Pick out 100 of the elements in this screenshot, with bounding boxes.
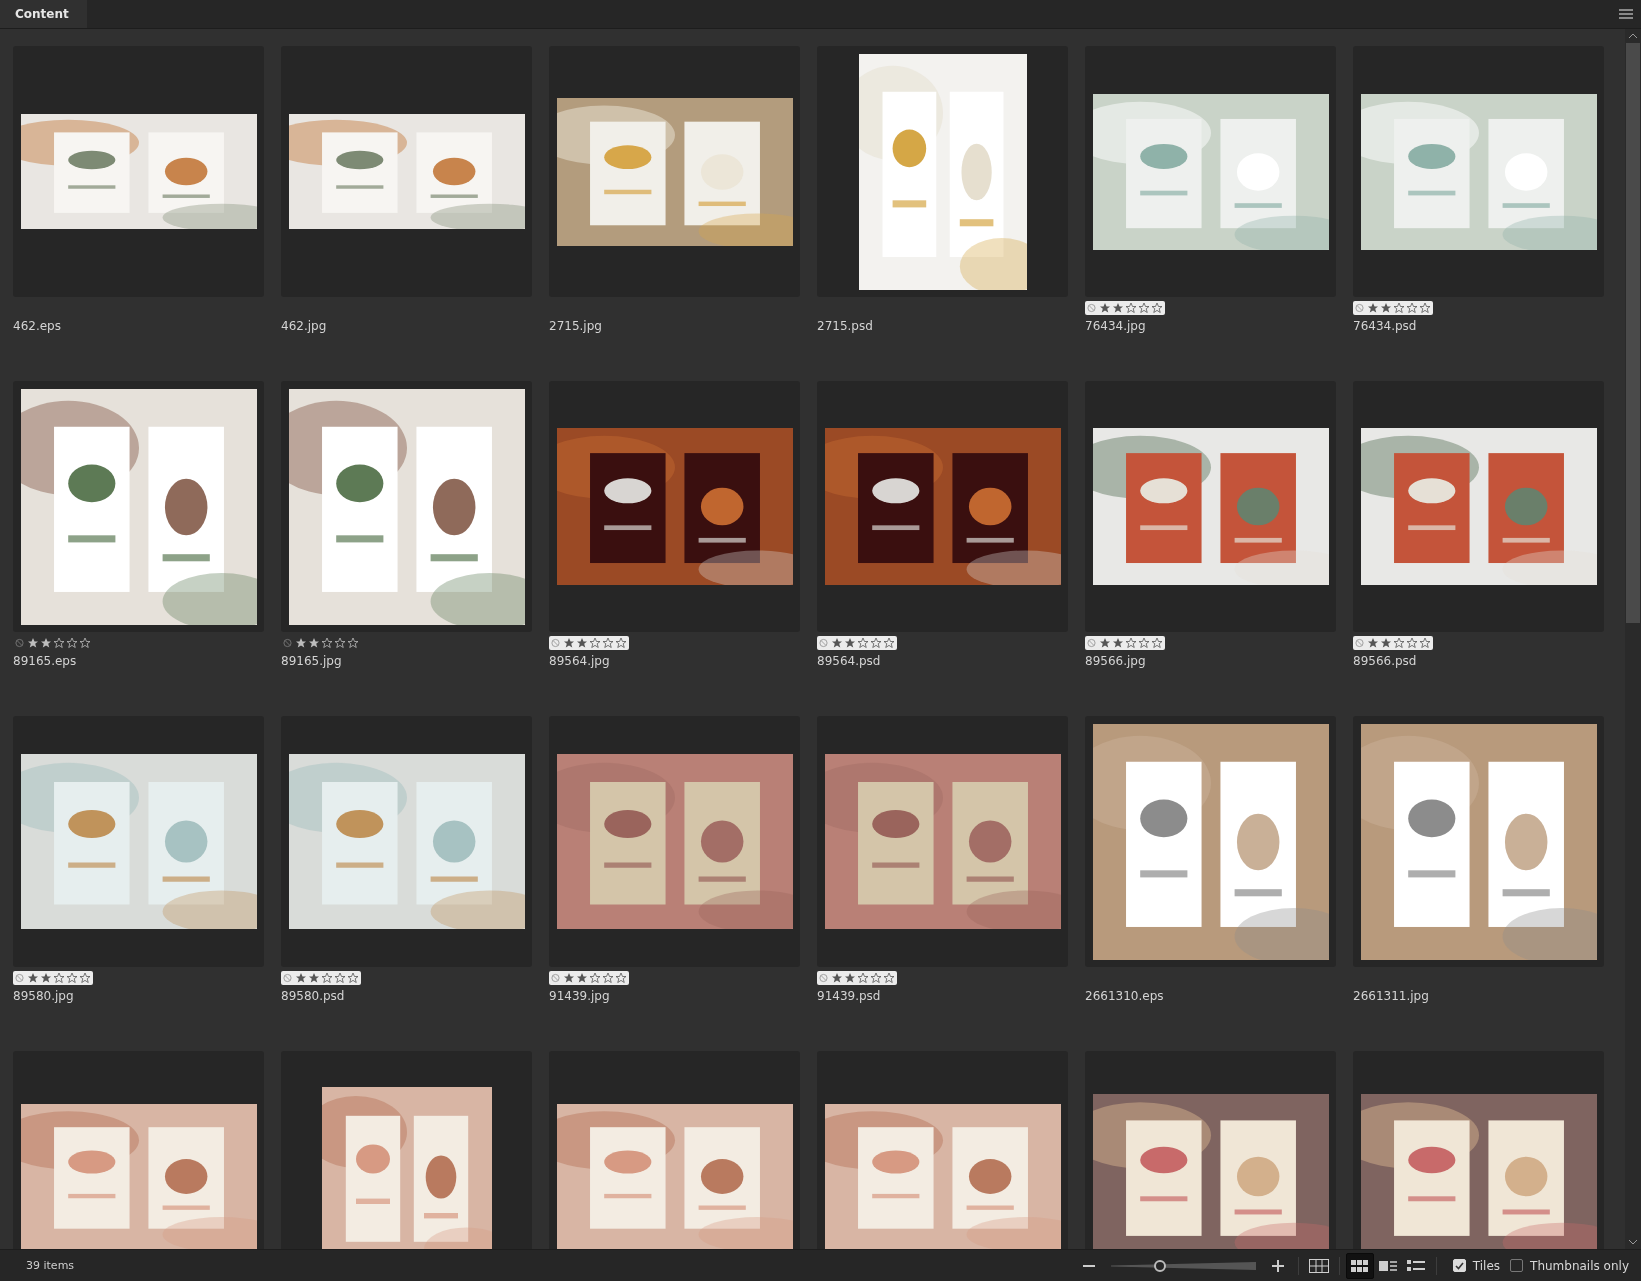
- scrollbar-thumb[interactable]: [1626, 43, 1640, 623]
- thumbnail[interactable]: [1353, 381, 1604, 632]
- rating-bar[interactable]: [281, 636, 361, 650]
- reject-icon: [1087, 302, 1096, 314]
- thumbnail[interactable]: [1085, 46, 1336, 297]
- file-name: 76434.jpg: [1085, 318, 1147, 335]
- reject-icon: [283, 637, 292, 649]
- file-name: 2715.jpg: [549, 318, 603, 335]
- file-name: 76434.psd: [1353, 318, 1418, 335]
- file-name: 89580.psd: [281, 988, 346, 1005]
- thumbnail[interactable]: [13, 46, 264, 297]
- star-icon: [563, 972, 575, 984]
- rating-bar[interactable]: [281, 971, 361, 985]
- star-icon: [576, 637, 588, 649]
- rating-bar[interactable]: [1085, 636, 1165, 650]
- thumbnail[interactable]: [1085, 1051, 1336, 1249]
- star-icon: [1380, 302, 1392, 314]
- thumbnail[interactable]: [1353, 46, 1604, 297]
- thumbnail[interactable]: [549, 381, 800, 632]
- content-tab[interactable]: Content: [0, 0, 87, 28]
- reject-icon: [819, 637, 828, 649]
- star-icon: [844, 637, 856, 649]
- rating-bar[interactable]: [817, 636, 897, 650]
- reject-icon: [551, 972, 560, 984]
- thumbnail[interactable]: [817, 716, 1068, 967]
- reject-icon: [551, 637, 560, 649]
- star-icon: [844, 972, 856, 984]
- star-icon: [831, 637, 843, 649]
- file-name: 89564.psd: [817, 653, 882, 670]
- star-icon: [1380, 637, 1392, 649]
- thumbnail[interactable]: [1085, 381, 1336, 632]
- star-icon: [40, 972, 52, 984]
- rating-bar[interactable]: [13, 636, 93, 650]
- file-name: 2661310.eps: [1085, 988, 1165, 1005]
- star-icon: [1099, 302, 1111, 314]
- thumbnail[interactable]: [13, 1051, 264, 1249]
- rating-bar[interactable]: [1353, 636, 1433, 650]
- star-icon: [308, 972, 320, 984]
- file-name: 462.eps: [13, 318, 62, 335]
- item-count: 39 items: [26, 1259, 75, 1272]
- empty-star-icon: [334, 637, 346, 649]
- star-icon: [27, 637, 39, 649]
- empty-star-icon: [66, 637, 78, 649]
- file-name: 91439.psd: [817, 988, 882, 1005]
- empty-star-icon: [347, 637, 359, 649]
- rating-bar[interactable]: [1353, 301, 1433, 315]
- thumbnail[interactable]: [281, 1051, 532, 1249]
- rating-bar[interactable]: [817, 971, 897, 985]
- star-icon: [1367, 302, 1379, 314]
- star-icon: [40, 637, 52, 649]
- star-icon: [1112, 302, 1124, 314]
- checkbox-label: Tiles: [1472, 1258, 1501, 1273]
- file-name: 462.jpg: [281, 318, 328, 335]
- reject-icon: [283, 972, 292, 984]
- reject-icon: [1087, 637, 1096, 649]
- reject-icon: [819, 972, 828, 984]
- file-name: 89566.jpg: [1085, 653, 1147, 670]
- reject-icon: [15, 972, 24, 984]
- star-icon: [1099, 637, 1111, 649]
- reject-icon: [1355, 302, 1364, 314]
- star-icon: [831, 972, 843, 984]
- rating-bar[interactable]: [549, 636, 629, 650]
- thumbnail[interactable]: [817, 46, 1068, 297]
- empty-star-icon: [53, 637, 65, 649]
- file-name: 2715.psd: [817, 318, 874, 335]
- thumbnail[interactable]: [281, 46, 532, 297]
- star-icon: [295, 637, 307, 649]
- star-icon: [563, 637, 575, 649]
- file-name: 89566.psd: [1353, 653, 1418, 670]
- reject-icon: [1355, 637, 1364, 649]
- empty-star-icon: [79, 637, 91, 649]
- file-name: 89564.jpg: [549, 653, 611, 670]
- rating-bar[interactable]: [13, 971, 93, 985]
- star-icon: [308, 637, 320, 649]
- rating-bar[interactable]: [1085, 301, 1165, 315]
- thumbnail[interactable]: [817, 1051, 1068, 1249]
- empty-star-icon: [321, 637, 333, 649]
- thumbnail[interactable]: [281, 716, 532, 967]
- thumbnail[interactable]: [817, 381, 1068, 632]
- star-icon: [1367, 637, 1379, 649]
- thumbnail[interactable]: [549, 46, 800, 297]
- thumbnail[interactable]: [1353, 1051, 1604, 1249]
- checkbox-label: Thumbnails only: [1530, 1258, 1629, 1273]
- file-name: 89165.eps: [13, 653, 78, 670]
- file-name: 91439.jpg: [549, 988, 611, 1005]
- thumbnail[interactable]: [549, 716, 800, 967]
- rating-bar[interactable]: [549, 971, 629, 985]
- reject-icon: [15, 637, 24, 649]
- thumbnail[interactable]: [549, 1051, 800, 1249]
- file-name: 2661311.jpg: [1353, 988, 1430, 1005]
- thumbnail-view-icon[interactable]: [1345, 1252, 1374, 1279]
- star-icon: [295, 972, 307, 984]
- star-icon: [1112, 637, 1124, 649]
- file-name: 89580.jpg: [13, 988, 75, 1005]
- thumbnail[interactable]: [13, 716, 264, 967]
- file-name: 89165.jpg: [281, 653, 343, 670]
- star-icon: [576, 972, 588, 984]
- thumbnail-size-slider[interactable]: [1110, 1260, 1256, 1271]
- checkbox[interactable]: [1510, 1259, 1524, 1272]
- star-icon: [27, 972, 39, 984]
